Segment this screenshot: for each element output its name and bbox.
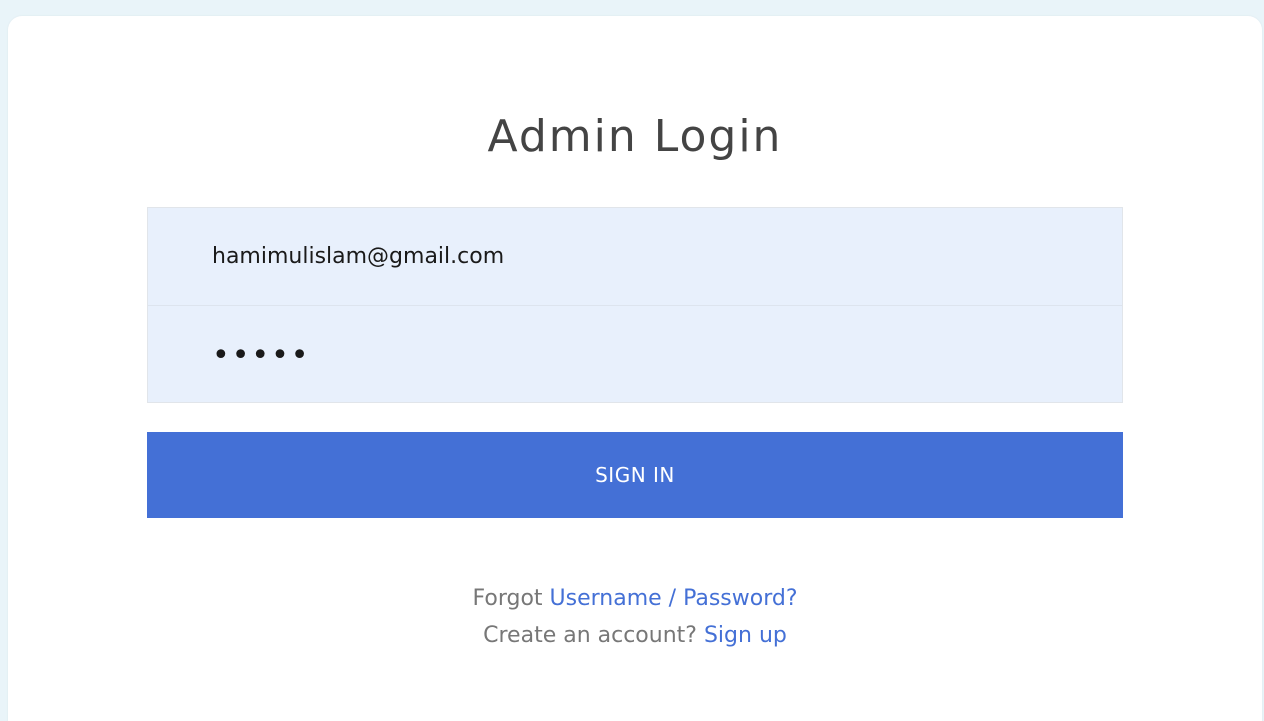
- create-account-prefix-text: Create an account?: [483, 623, 697, 648]
- create-account-line: Create an account? Sign up: [8, 623, 1262, 648]
- forgot-credentials-line: Forgot Username / Password?: [8, 586, 1262, 611]
- sign-in-button[interactable]: SIGN IN: [147, 432, 1123, 518]
- page-background: Admin Login SIGN IN Forgot Username / Pa…: [0, 0, 1264, 721]
- password-field[interactable]: [148, 306, 1122, 404]
- login-form: [147, 207, 1123, 404]
- forgot-credentials-link[interactable]: Username / Password?: [550, 586, 798, 611]
- forgot-prefix-text: Forgot: [472, 586, 543, 611]
- sign-up-link[interactable]: Sign up: [704, 623, 787, 648]
- page-title: Admin Login: [487, 111, 783, 162]
- login-card: Admin Login SIGN IN Forgot Username / Pa…: [8, 16, 1262, 721]
- email-field[interactable]: [148, 208, 1122, 306]
